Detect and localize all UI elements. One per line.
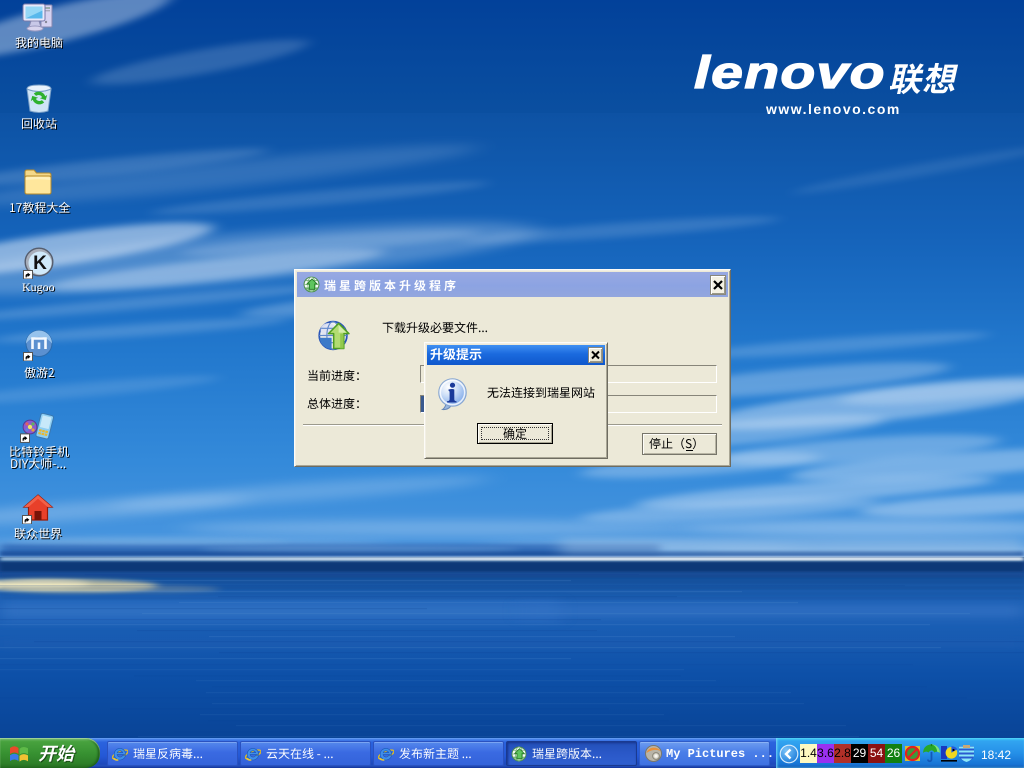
svg-text:K: K <box>33 253 47 274</box>
